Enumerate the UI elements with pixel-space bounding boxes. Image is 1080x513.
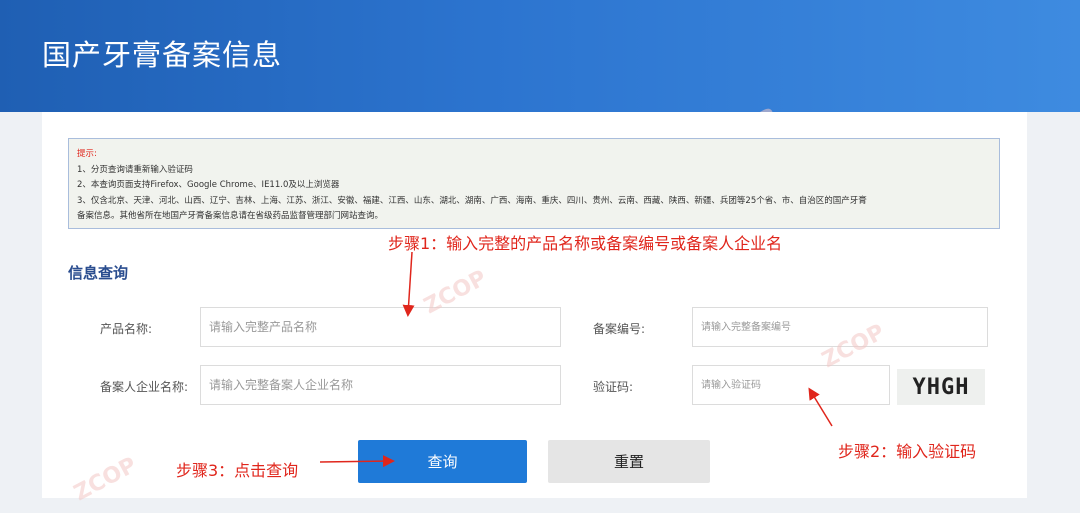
step3-arrow [319, 455, 395, 468]
step2-arrow [808, 387, 833, 427]
annotation-arrows [319, 251, 833, 468]
step1-arrow [402, 251, 415, 317]
